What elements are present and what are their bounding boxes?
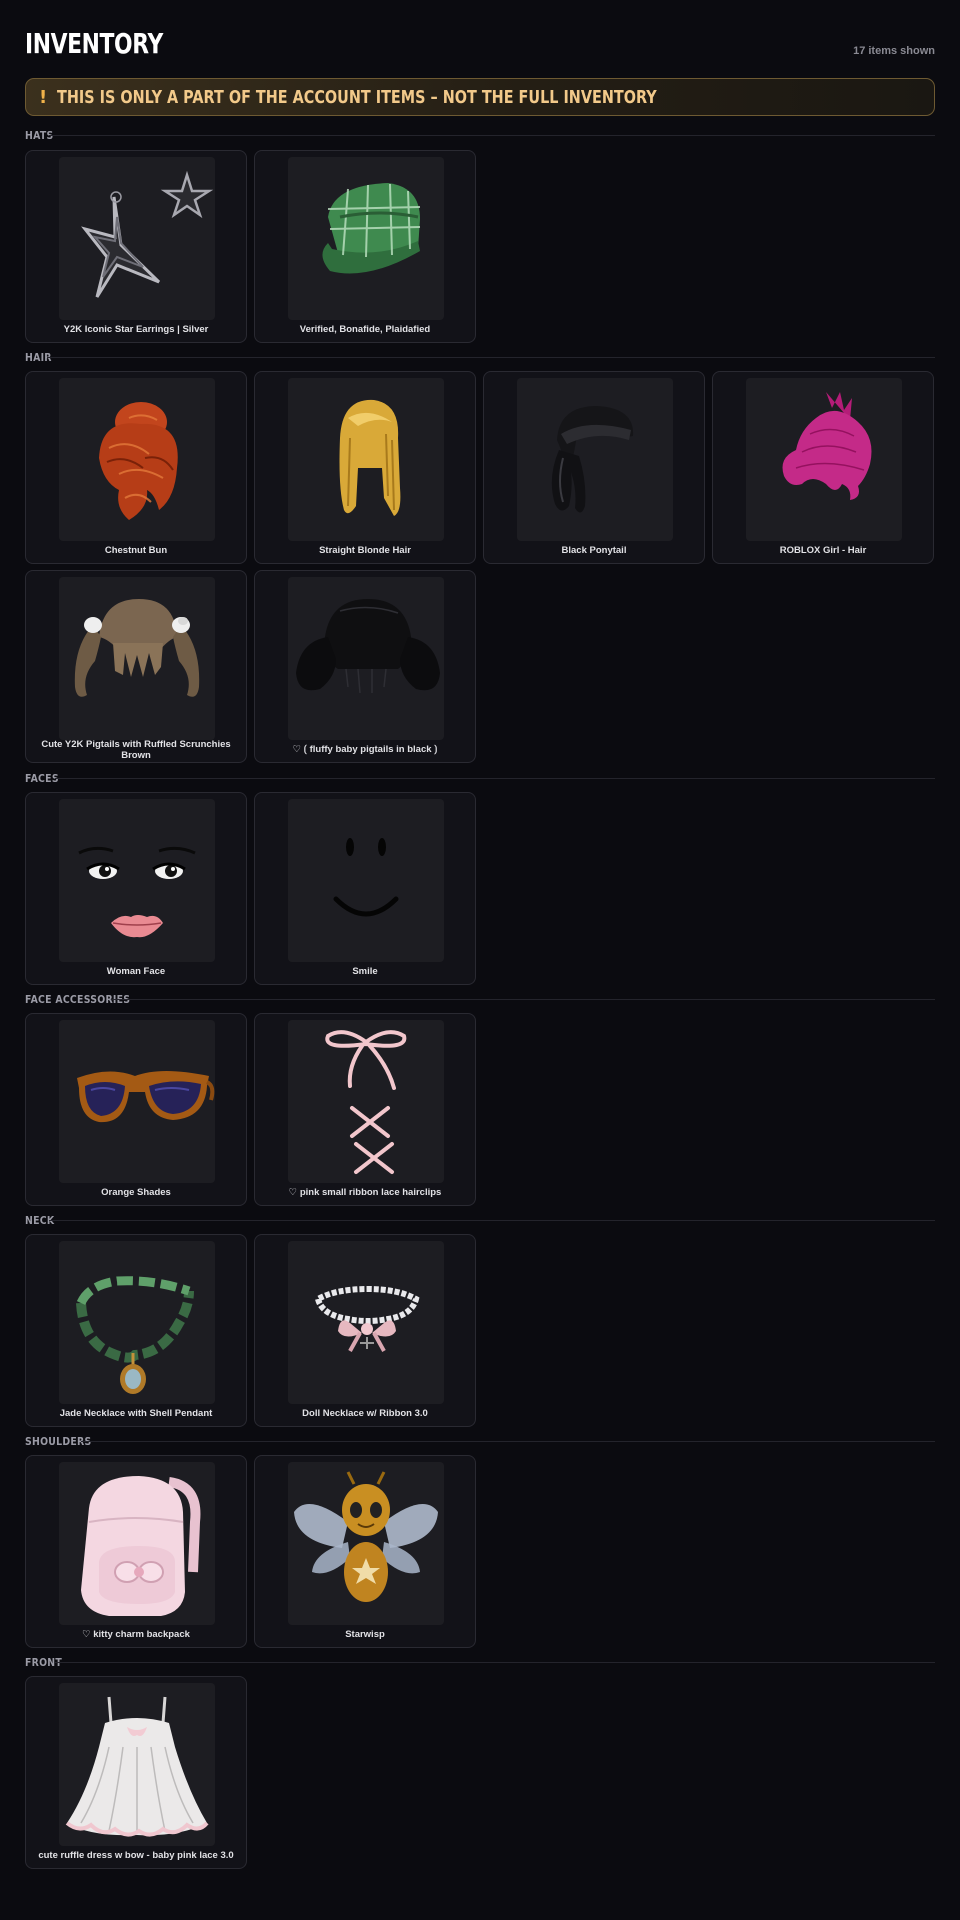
item-name: Smile	[352, 966, 378, 977]
chestnut-bun-hair-icon	[59, 378, 215, 541]
item-name: Y2K Iconic Star Earrings | Silver	[63, 324, 209, 335]
ruffle-dress-icon	[59, 1683, 215, 1846]
item-name: ♡ pink small ribbon lace hairclips	[288, 1187, 442, 1198]
item-card[interactable]: Woman Face	[25, 792, 247, 985]
item-card[interactable]: Chestnut Bun	[25, 371, 247, 564]
exclamation-icon: !	[39, 86, 48, 108]
item-card[interactable]: Verified, Bonafide, Plaidafied	[254, 150, 476, 343]
item-card[interactable]: Jade Necklace with Shell Pendant	[25, 1234, 247, 1427]
section-neck: NECK	[25, 1214, 935, 1228]
item-name: Orange Shades	[101, 1187, 171, 1198]
item-card[interactable]: ♡ kitty charm backpack	[25, 1455, 247, 1648]
item-card[interactable]: cute ruffle dress w bow - baby pink lace…	[25, 1676, 247, 1869]
item-name: Cute Y2K Pigtails with Ruffled Scrunchie…	[41, 739, 231, 761]
page-header: INVENTORY 17 items shown	[25, 25, 935, 65]
item-name: ROBLOX Girl - Hair	[779, 545, 867, 556]
section-divider	[111, 999, 935, 1000]
item-card[interactable]: ♡ pink small ribbon lace hairclips	[254, 1013, 476, 1206]
item-name: Jade Necklace with Shell Pendant	[59, 1408, 213, 1419]
plaid-cap-icon	[288, 157, 444, 320]
item-card[interactable]: Doll Necklace w/ Ribbon 3.0	[254, 1234, 476, 1427]
item-card[interactable]: Smile	[254, 792, 476, 985]
section-shoulders: SHOULDERS	[25, 1435, 935, 1449]
item-card[interactable]: Y2K Iconic Star Earrings | Silver	[25, 150, 247, 343]
section-divider	[55, 778, 935, 779]
kitty-backpack-icon	[59, 1462, 215, 1625]
page-title: INVENTORY	[25, 27, 163, 60]
black-ponytail-icon	[517, 378, 673, 541]
item-card[interactable]: Orange Shades	[25, 1013, 247, 1206]
ribbon-hairclips-icon	[288, 1020, 444, 1183]
section-faces: FACES	[25, 772, 935, 786]
item-name: Straight Blonde Hair	[319, 545, 411, 556]
jade-necklace-icon	[59, 1241, 215, 1404]
black-pigtails-icon	[288, 577, 444, 740]
section-face-accessories: FACE ACCESSORIES	[25, 993, 935, 1007]
doll-necklace-icon	[288, 1241, 444, 1404]
warning-banner: ! THIS IS ONLY A PART OF THE ACCOUNT ITE…	[25, 78, 935, 116]
warning-text: THIS IS ONLY A PART OF THE ACCOUNT ITEMS…	[57, 86, 657, 108]
item-card[interactable]: Cute Y2K Pigtails with Ruffled Scrunchie…	[25, 570, 247, 763]
item-name: Chestnut Bun	[104, 545, 168, 556]
item-card[interactable]: Straight Blonde Hair	[254, 371, 476, 564]
section-divider	[47, 357, 935, 358]
item-name: Starwisp	[345, 1629, 385, 1640]
pink-hair-icon	[746, 378, 902, 541]
item-name: Woman Face	[106, 966, 166, 977]
smile-face-icon	[288, 799, 444, 962]
item-card[interactable]: ♡ ⟮ fluffy baby pigtails in black ⟯	[254, 570, 476, 763]
orange-shades-icon	[59, 1020, 215, 1183]
item-name: ♡ ⟮ fluffy baby pigtails in black ⟯	[292, 744, 438, 755]
section-hats: HATS	[25, 129, 935, 143]
item-name: Verified, Bonafide, Plaidafied	[299, 324, 431, 335]
item-name: ♡ kitty charm backpack	[82, 1629, 190, 1640]
section-divider	[81, 1441, 935, 1442]
item-name: Doll Necklace w/ Ribbon 3.0	[302, 1408, 428, 1419]
section-divider	[55, 1662, 935, 1663]
starwisp-bee-icon	[288, 1462, 444, 1625]
item-name: cute ruffle dress w bow - baby pink lace…	[38, 1850, 234, 1861]
section-hair: HAIR	[25, 351, 935, 365]
item-card[interactable]: Starwisp	[254, 1455, 476, 1648]
item-card[interactable]: Black Ponytail	[483, 371, 705, 564]
star-earrings-icon	[59, 157, 215, 320]
section-divider	[49, 135, 935, 136]
section-divider	[49, 1220, 935, 1221]
item-count: 17 items shown	[853, 45, 935, 57]
brown-pigtails-icon	[59, 577, 215, 740]
item-name: Black Ponytail	[561, 545, 627, 556]
section-front: FRONT	[25, 1656, 935, 1670]
item-card[interactable]: ROBLOX Girl - Hair	[712, 371, 934, 564]
blonde-hair-icon	[288, 378, 444, 541]
section-label: FACES	[25, 772, 59, 785]
woman-face-icon	[59, 799, 215, 962]
